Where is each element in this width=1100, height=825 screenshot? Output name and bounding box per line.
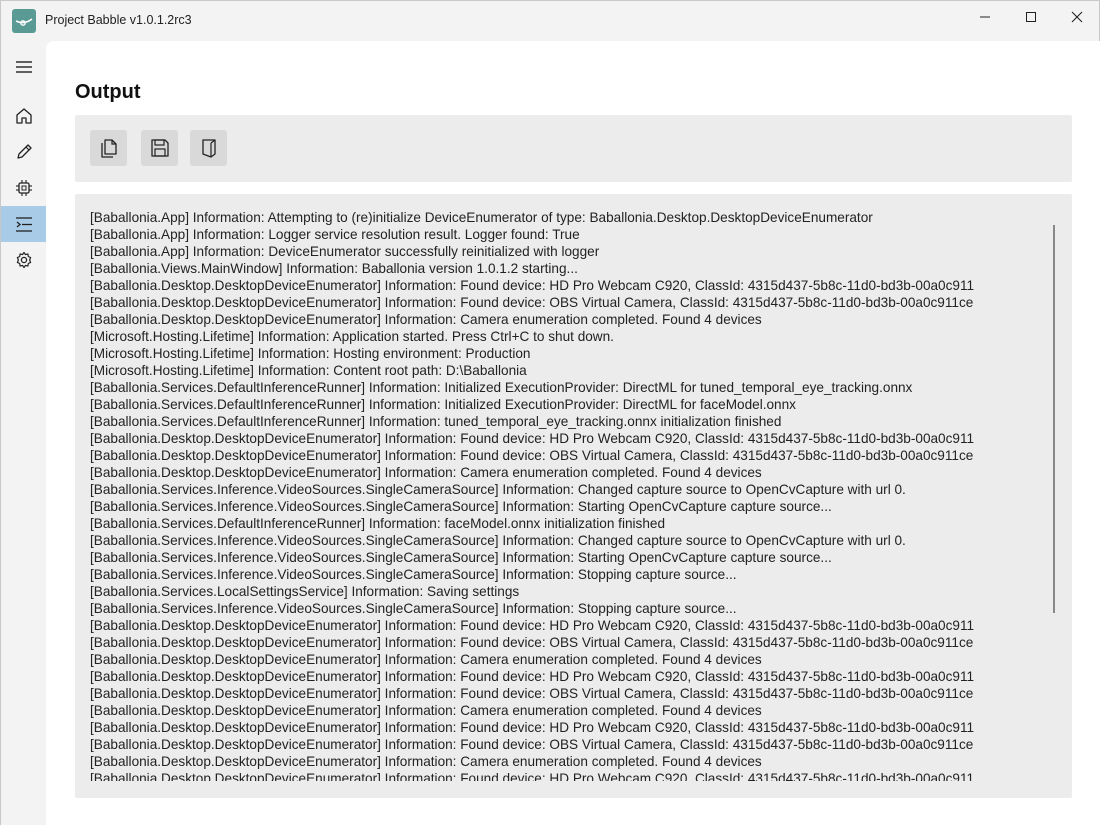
- log-line: [Baballonia.Desktop.DesktopDeviceEnumera…: [90, 278, 975, 293]
- log-line: [Baballonia.Desktop.DesktopDeviceEnumera…: [90, 465, 762, 480]
- maximize-button[interactable]: [1008, 1, 1054, 33]
- log-line: [Baballonia.Desktop.DesktopDeviceEnumera…: [90, 686, 974, 701]
- log-line: [Baballonia.Services.DefaultInferenceRun…: [90, 397, 796, 412]
- log-line: [Baballonia.Desktop.DesktopDeviceEnumera…: [90, 669, 975, 684]
- log-line: [Baballonia.Services.DefaultInferenceRun…: [90, 380, 913, 395]
- sidebar-item-menu[interactable]: [1, 49, 46, 85]
- sidebar-item-output[interactable]: [1, 206, 46, 242]
- title-bar[interactable]: Project Babble v1.0.1.2rc3: [1, 1, 1099, 41]
- chip-icon: [15, 180, 32, 196]
- home-icon: [15, 108, 32, 124]
- log-line: [Baballonia.Services.DefaultInferenceRun…: [90, 414, 782, 429]
- open-folder-icon: [201, 139, 216, 158]
- log-line: [Microsoft.Hosting.Lifetime] Information…: [90, 346, 531, 361]
- output-toolbar: [75, 115, 1072, 182]
- log-line: [Baballonia.App] Information: DeviceEnum…: [90, 244, 600, 259]
- log-line: [Baballonia.Desktop.DesktopDeviceEnumera…: [90, 703, 762, 718]
- log-output-panel[interactable]: [Baballonia.App] Information: Attempting…: [75, 194, 1072, 798]
- app-window: Project Babble v1.0.1.2rc3 Output [Babal…: [0, 0, 1100, 825]
- log-line: [Baballonia.Services.Inference.VideoSour…: [90, 482, 906, 497]
- page-title: Output: [75, 81, 141, 103]
- log-line: [Baballonia.App] Information: Attempting…: [90, 210, 873, 225]
- maximize-icon: [1026, 12, 1036, 22]
- log-line: [Baballonia.Services.DefaultInferenceRun…: [90, 516, 666, 531]
- log-line: [Baballonia.Services.Inference.VideoSour…: [90, 601, 737, 616]
- close-button[interactable]: [1054, 1, 1100, 33]
- log-line: [Baballonia.Desktop.DesktopDeviceEnumera…: [90, 618, 975, 633]
- copy-icon: [100, 139, 117, 158]
- log-line: [Baballonia.Desktop.DesktopDeviceEnumera…: [90, 771, 975, 781]
- log-line: [Baballonia.Services.Inference.VideoSour…: [90, 550, 832, 565]
- sidebar-item-edit[interactable]: [1, 134, 46, 170]
- copy-button[interactable]: [90, 130, 127, 166]
- log-line: [Baballonia.Desktop.DesktopDeviceEnumera…: [90, 652, 762, 667]
- log-line: [Baballonia.Desktop.DesktopDeviceEnumera…: [90, 295, 974, 310]
- log-line: [Baballonia.Desktop.DesktopDeviceEnumera…: [90, 312, 762, 327]
- log-line: [Baballonia.App] Information: Logger ser…: [90, 227, 580, 242]
- sidebar-item-settings[interactable]: [1, 242, 46, 278]
- log-scrollbar[interactable]: [1053, 225, 1055, 613]
- window-title: Project Babble v1.0.1.2rc3: [45, 13, 192, 27]
- log-line: [Baballonia.Desktop.DesktopDeviceEnumera…: [90, 431, 975, 446]
- log-line: [Baballonia.Desktop.DesktopDeviceEnumera…: [90, 754, 762, 769]
- minimize-icon: [980, 16, 990, 18]
- sidebar-item-devices[interactable]: [1, 170, 46, 206]
- log-line: [Baballonia.Services.Inference.VideoSour…: [90, 499, 832, 514]
- hamburger-menu-icon: [15, 61, 32, 73]
- log-line: [Baballonia.Desktop.DesktopDeviceEnumera…: [90, 720, 975, 735]
- log-line: [Baballonia.Views.MainWindow] Informatio…: [90, 261, 578, 276]
- app-logo-icon: [12, 9, 36, 33]
- log-line: [Baballonia.Services.Inference.VideoSour…: [90, 567, 737, 582]
- log-line: [Baballonia.Desktop.DesktopDeviceEnumera…: [90, 635, 974, 650]
- log-line: [Baballonia.Desktop.DesktopDeviceEnumera…: [90, 737, 974, 752]
- main-content: Output [Baballonia.App] Information: Att…: [46, 41, 1100, 825]
- sidebar-item-home[interactable]: [1, 98, 46, 134]
- output-list-icon: [15, 217, 32, 232]
- sidebar-nav: [1, 41, 46, 825]
- open-folder-button[interactable]: [190, 130, 227, 166]
- minimize-button[interactable]: [962, 1, 1008, 33]
- save-icon: [150, 139, 169, 157]
- log-line: [Baballonia.Services.Inference.VideoSour…: [90, 533, 906, 548]
- log-line: [Microsoft.Hosting.Lifetime] Information…: [90, 363, 527, 378]
- log-line: [Baballonia.Services.LocalSettingsServic…: [90, 584, 520, 599]
- log-line: [Microsoft.Hosting.Lifetime] Information…: [90, 329, 614, 344]
- gear-icon: [16, 251, 31, 269]
- log-line: [Baballonia.Desktop.DesktopDeviceEnumera…: [90, 448, 974, 463]
- close-icon: [1071, 11, 1083, 23]
- save-button[interactable]: [141, 130, 178, 166]
- pencil-icon: [16, 144, 32, 159]
- log-output-text[interactable]: [Baballonia.App] Information: Attempting…: [90, 209, 1058, 781]
